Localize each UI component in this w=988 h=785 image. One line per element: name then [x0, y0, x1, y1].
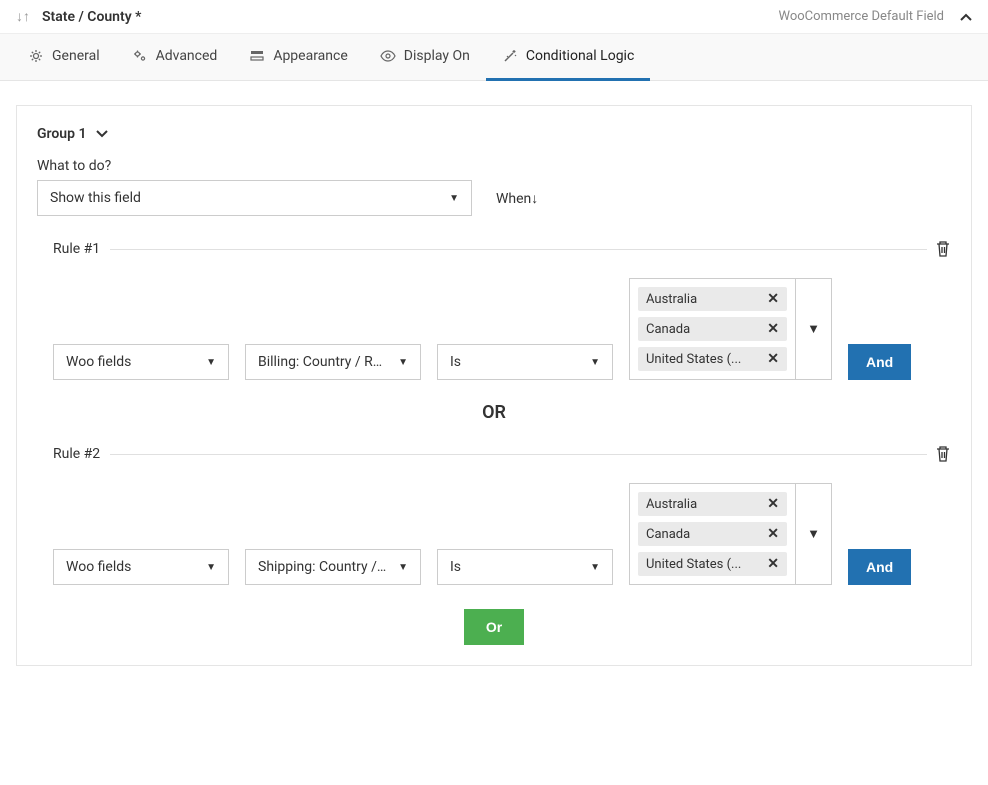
tag-remove[interactable]: ✕ [767, 321, 779, 337]
value-multiselect[interactable]: Australia✕ Canada✕ United States (...✕ ▼ [629, 278, 832, 380]
tag: Canada✕ [638, 522, 787, 546]
field-value: Billing: Country / Regi... [258, 354, 388, 370]
source-value: Woo fields [66, 559, 131, 575]
group-panel: Group 1 What to do? Show this field ▼ Wh… [16, 105, 972, 666]
delete-rule-button[interactable] [935, 240, 951, 258]
tag-remove[interactable]: ✕ [767, 496, 779, 512]
operator-value: Is [450, 559, 461, 575]
chevron-down-icon [96, 130, 108, 138]
tag: Australia✕ [638, 287, 787, 311]
delete-rule-button[interactable] [935, 445, 951, 463]
tag-remove[interactable]: ✕ [767, 526, 779, 542]
field-title: State / County * [42, 9, 779, 25]
group-header: Group 1 [37, 126, 951, 142]
field-meta: WooCommerce Default Field [779, 9, 945, 24]
tab-label: General [52, 48, 100, 64]
gears-icon [132, 48, 148, 64]
operator-select[interactable]: Is ▼ [437, 344, 613, 380]
tags-box: Australia✕ Canada✕ United States (...✕ [630, 484, 795, 584]
collapse-toggle[interactable] [960, 13, 972, 21]
tabs-bar: General Advanced Appearance Display On C… [0, 34, 988, 81]
operator-select[interactable]: Is ▼ [437, 549, 613, 585]
tab-label: Conditional Logic [526, 48, 634, 64]
caret-down-icon: ▼ [590, 562, 600, 573]
group-title: Group 1 [37, 126, 86, 142]
field-select[interactable]: Billing: Country / Regi... ▼ [245, 344, 421, 380]
tab-label: Advanced [156, 48, 218, 64]
or-separator: OR [37, 402, 951, 423]
trash-icon [935, 445, 951, 463]
tag: United States (...✕ [638, 552, 787, 576]
content-area: Group 1 What to do? Show this field ▼ Wh… [0, 81, 988, 690]
and-button[interactable]: And [848, 344, 911, 380]
caret-down-icon: ▼ [449, 193, 459, 204]
tab-conditional-logic[interactable]: Conditional Logic [486, 34, 650, 81]
trash-icon [935, 240, 951, 258]
tab-general[interactable]: General [12, 34, 116, 81]
caret-down-icon: ▼ [206, 357, 216, 368]
rule-2: Rule #2 Woo fields ▼ Shipping: Country /… [37, 445, 951, 585]
multiselect-toggle[interactable]: ▼ [795, 484, 831, 584]
rule-title: Rule #2 [53, 446, 110, 462]
tab-advanced[interactable]: Advanced [116, 34, 234, 81]
chevron-up-icon [960, 13, 972, 21]
caret-down-icon: ▼ [398, 562, 408, 573]
multiselect-toggle[interactable]: ▼ [795, 279, 831, 379]
source-select[interactable]: Woo fields ▼ [53, 549, 229, 585]
and-button[interactable]: And [848, 549, 911, 585]
caret-down-icon: ▼ [206, 562, 216, 573]
rule-divider [102, 454, 927, 455]
rule-divider [102, 249, 927, 250]
tag: Canada✕ [638, 317, 787, 341]
rule-header: Rule #1 [37, 240, 951, 258]
magic-wand-icon [502, 48, 518, 64]
tag-remove[interactable]: ✕ [767, 351, 779, 367]
action-select[interactable]: Show this field ▼ [37, 180, 472, 216]
tag: United States (...✕ [638, 347, 787, 371]
drag-handle-icon[interactable]: ↓↑ [16, 8, 30, 25]
tag-remove[interactable]: ✕ [767, 291, 779, 307]
caret-down-icon: ▼ [807, 526, 820, 542]
tab-appearance[interactable]: Appearance [233, 34, 363, 81]
source-value: Woo fields [66, 354, 131, 370]
rule-title: Rule #1 [53, 241, 110, 257]
tab-display-on[interactable]: Display On [364, 34, 486, 81]
caret-down-icon: ▼ [398, 357, 408, 368]
field-select[interactable]: Shipping: Country / R... ▼ [245, 549, 421, 585]
gear-icon [28, 48, 44, 64]
tag-remove[interactable]: ✕ [767, 556, 779, 572]
tags-box: Australia✕ Canada✕ United States (...✕ [630, 279, 795, 379]
caret-down-icon: ▼ [590, 357, 600, 368]
rule-1: Rule #1 Woo fields ▼ Billing: Country / … [37, 240, 951, 380]
eye-icon [380, 48, 396, 64]
caret-down-icon: ▼ [807, 321, 820, 337]
what-to-do-label: What to do? [37, 158, 951, 174]
rule-header: Rule #2 [37, 445, 951, 463]
field-header: ↓↑ State / County * WooCommerce Default … [0, 0, 988, 34]
rule-body: Woo fields ▼ Shipping: Country / R... ▼ … [37, 483, 951, 585]
tab-label: Display On [404, 48, 470, 64]
action-value: Show this field [50, 190, 141, 206]
source-select[interactable]: Woo fields ▼ [53, 344, 229, 380]
add-or-rule-button[interactable]: Or [464, 609, 524, 645]
when-label: When↓ [496, 190, 538, 207]
value-multiselect[interactable]: Australia✕ Canada✕ United States (...✕ ▼ [629, 483, 832, 585]
operator-value: Is [450, 354, 461, 370]
group-toggle[interactable] [96, 130, 108, 138]
appearance-icon [249, 48, 265, 64]
action-row: Show this field ▼ When↓ [37, 180, 951, 216]
field-value: Shipping: Country / R... [258, 559, 388, 575]
tag: Australia✕ [638, 492, 787, 516]
rule-body: Woo fields ▼ Billing: Country / Regi... … [37, 278, 951, 380]
tab-label: Appearance [273, 48, 347, 64]
